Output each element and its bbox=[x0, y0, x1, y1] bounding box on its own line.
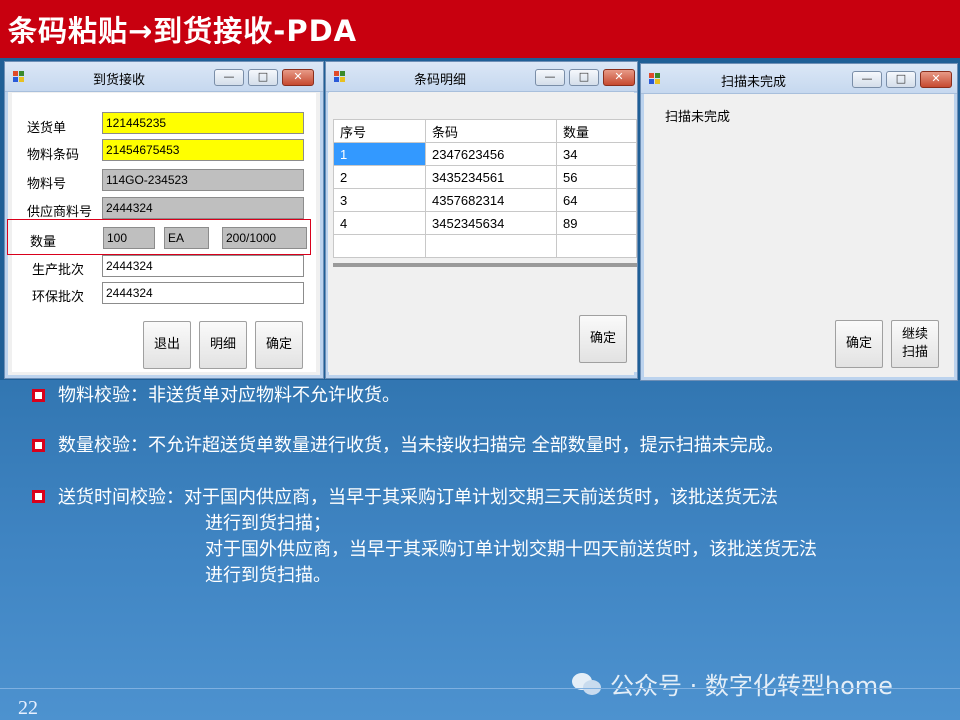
bullet-3-line-3: 对于国外供应商，当早于其采购订单计划交期十四天前送货时，该批送货无法 bbox=[205, 539, 817, 560]
table-row[interactable]: 2 3435234561 56 bbox=[333, 165, 637, 189]
bullet-3-line-4: 进行到货扫描。 bbox=[205, 565, 331, 586]
material-barcode-field[interactable]: 21454675453 bbox=[102, 139, 304, 161]
watermark-text: 公众号 · 数字化转型home bbox=[610, 672, 893, 700]
slide-title: 条码粘贴→到货接收-PDA bbox=[8, 14, 358, 48]
table-cell[interactable]: 3435234561 bbox=[425, 165, 557, 189]
watermark: 公众号 · 数字化转型home bbox=[572, 666, 893, 701]
app-icon bbox=[649, 73, 661, 85]
table-horizontal-scrollbar[interactable] bbox=[333, 263, 637, 267]
table-cell[interactable] bbox=[333, 234, 426, 258]
table-row[interactable]: 1 2347623456 34 bbox=[333, 142, 637, 166]
table-cell[interactable]: 1 bbox=[333, 142, 426, 166]
table-row[interactable]: 3 4357682314 64 bbox=[333, 188, 637, 212]
table-cell[interactable]: 2 bbox=[333, 165, 426, 189]
detail-window-titlebar[interactable]: 条码明细 — □ ✕ bbox=[326, 62, 637, 92]
maximize-button[interactable]: □ bbox=[569, 69, 599, 86]
bullet-marker bbox=[32, 389, 45, 402]
unit-field: EA bbox=[164, 227, 209, 249]
confirm-button[interactable]: 确定 bbox=[255, 321, 303, 369]
receive-window-body: 送货单 121445235 物料条码 21454675453 物料号 114GO… bbox=[7, 93, 316, 372]
app-icon bbox=[13, 71, 25, 83]
quantity-field: 100 bbox=[103, 227, 155, 249]
table-header-row: 序号 条码 数量 bbox=[333, 119, 637, 143]
delivery-no-field[interactable]: 121445235 bbox=[102, 112, 304, 134]
maximize-button[interactable]: □ bbox=[886, 71, 916, 88]
incomplete-window: 扫描未完成 — □ ✕ 扫描未完成 确定 继续 扫描 bbox=[640, 63, 958, 381]
bullet-marker bbox=[32, 490, 45, 503]
material-barcode-label: 物料条码 bbox=[27, 148, 80, 163]
supplier-material-no-field: 2444324 bbox=[102, 197, 304, 219]
receive-window-titlebar[interactable]: 到货接收 — □ ✕ bbox=[5, 62, 323, 92]
close-button[interactable]: ✕ bbox=[603, 69, 635, 86]
material-no-field: 114GO-234523 bbox=[102, 169, 304, 191]
bullet-marker bbox=[32, 439, 45, 452]
footer-divider bbox=[0, 688, 960, 689]
table-cell[interactable] bbox=[556, 234, 637, 258]
incomplete-message: 扫描未完成 bbox=[665, 110, 731, 125]
table-cell[interactable]: 56 bbox=[556, 165, 637, 189]
bullet-1-text: 物料校验：非送货单对应物料不允许收货。 bbox=[58, 385, 400, 406]
progress-field: 200/1000 bbox=[222, 227, 307, 249]
quantity-label: 数量 bbox=[30, 235, 57, 250]
wechat-icon bbox=[572, 671, 602, 697]
material-no-label: 物料号 bbox=[27, 177, 67, 192]
close-button[interactable]: ✕ bbox=[920, 71, 952, 88]
column-header-quantity[interactable]: 数量 bbox=[556, 119, 637, 143]
minimize-button[interactable]: — bbox=[214, 69, 244, 86]
table-cell[interactable]: 34 bbox=[556, 142, 637, 166]
column-header-barcode[interactable]: 条码 bbox=[425, 119, 557, 143]
bullet-3-line-2: 进行到货扫描； bbox=[205, 513, 331, 534]
detail-button[interactable]: 明细 bbox=[199, 321, 247, 369]
production-batch-field[interactable]: 2444324 bbox=[102, 255, 304, 277]
app-icon bbox=[334, 71, 346, 83]
slide-title-bar: 条码粘贴→到货接收-PDA bbox=[0, 0, 960, 58]
incomplete-window-title: 扫描未完成 bbox=[721, 75, 787, 90]
receive-window-title: 到货接收 bbox=[93, 73, 146, 88]
minimize-button[interactable]: — bbox=[852, 71, 882, 88]
table-cell[interactable]: 2347623456 bbox=[425, 142, 557, 166]
table-cell[interactable]: 3452345634 bbox=[425, 211, 557, 235]
production-batch-label: 生产批次 bbox=[32, 263, 85, 278]
continue-scan-button[interactable]: 继续 扫描 bbox=[891, 320, 939, 368]
supplier-material-no-label: 供应商料号 bbox=[27, 205, 93, 220]
continue-scan-label-2: 扫描 bbox=[901, 345, 928, 360]
table-row-empty[interactable] bbox=[333, 234, 637, 258]
env-batch-field[interactable]: 2444324 bbox=[102, 282, 304, 304]
bullet-2-text: 数量校验：不允许超送货单数量进行收货，当未接收扫描完 全部数量时，提示扫描未完成… bbox=[58, 435, 784, 456]
detail-confirm-button[interactable]: 确定 bbox=[579, 315, 627, 363]
minimize-button[interactable]: — bbox=[535, 69, 565, 86]
continue-scan-label-1: 继续 bbox=[901, 327, 928, 342]
incomplete-confirm-button[interactable]: 确定 bbox=[835, 320, 883, 368]
page-number: 22 bbox=[18, 697, 38, 719]
exit-button[interactable]: 退出 bbox=[143, 321, 191, 369]
incomplete-window-body: 扫描未完成 确定 继续 扫描 bbox=[648, 95, 950, 374]
table-cell[interactable]: 4357682314 bbox=[425, 188, 557, 212]
barcode-table: 序号 条码 数量 1 2347623456 34 2 3435234561 56… bbox=[333, 119, 637, 258]
table-cell[interactable]: 3 bbox=[333, 188, 426, 212]
detail-window-title: 条码明细 bbox=[414, 73, 467, 88]
table-row[interactable]: 4 3452345634 89 bbox=[333, 211, 637, 235]
table-cell[interactable]: 89 bbox=[556, 211, 637, 235]
table-cell[interactable] bbox=[425, 234, 557, 258]
table-cell[interactable]: 64 bbox=[556, 188, 637, 212]
bullet-3-line-1: 送货时间校验：对于国内供应商，当早于其采购订单计划交期三天前送货时，该批送货无法 bbox=[58, 487, 778, 508]
maximize-button[interactable]: □ bbox=[248, 69, 278, 86]
close-button[interactable]: ✕ bbox=[282, 69, 314, 86]
delivery-no-label: 送货单 bbox=[27, 121, 67, 136]
column-header-index[interactable]: 序号 bbox=[333, 119, 426, 143]
receive-window: 到货接收 — □ ✕ 送货单 121445235 物料条码 2145467545… bbox=[4, 61, 324, 379]
incomplete-window-titlebar[interactable]: 扫描未完成 — □ ✕ bbox=[641, 64, 957, 94]
env-batch-label: 环保批次 bbox=[32, 290, 85, 305]
detail-window: 条码明细 — □ ✕ 序号 条码 数量 1 2347623456 34 2 34… bbox=[325, 61, 638, 379]
detail-window-body: 序号 条码 数量 1 2347623456 34 2 3435234561 56… bbox=[328, 93, 637, 372]
table-cell[interactable]: 4 bbox=[333, 211, 426, 235]
